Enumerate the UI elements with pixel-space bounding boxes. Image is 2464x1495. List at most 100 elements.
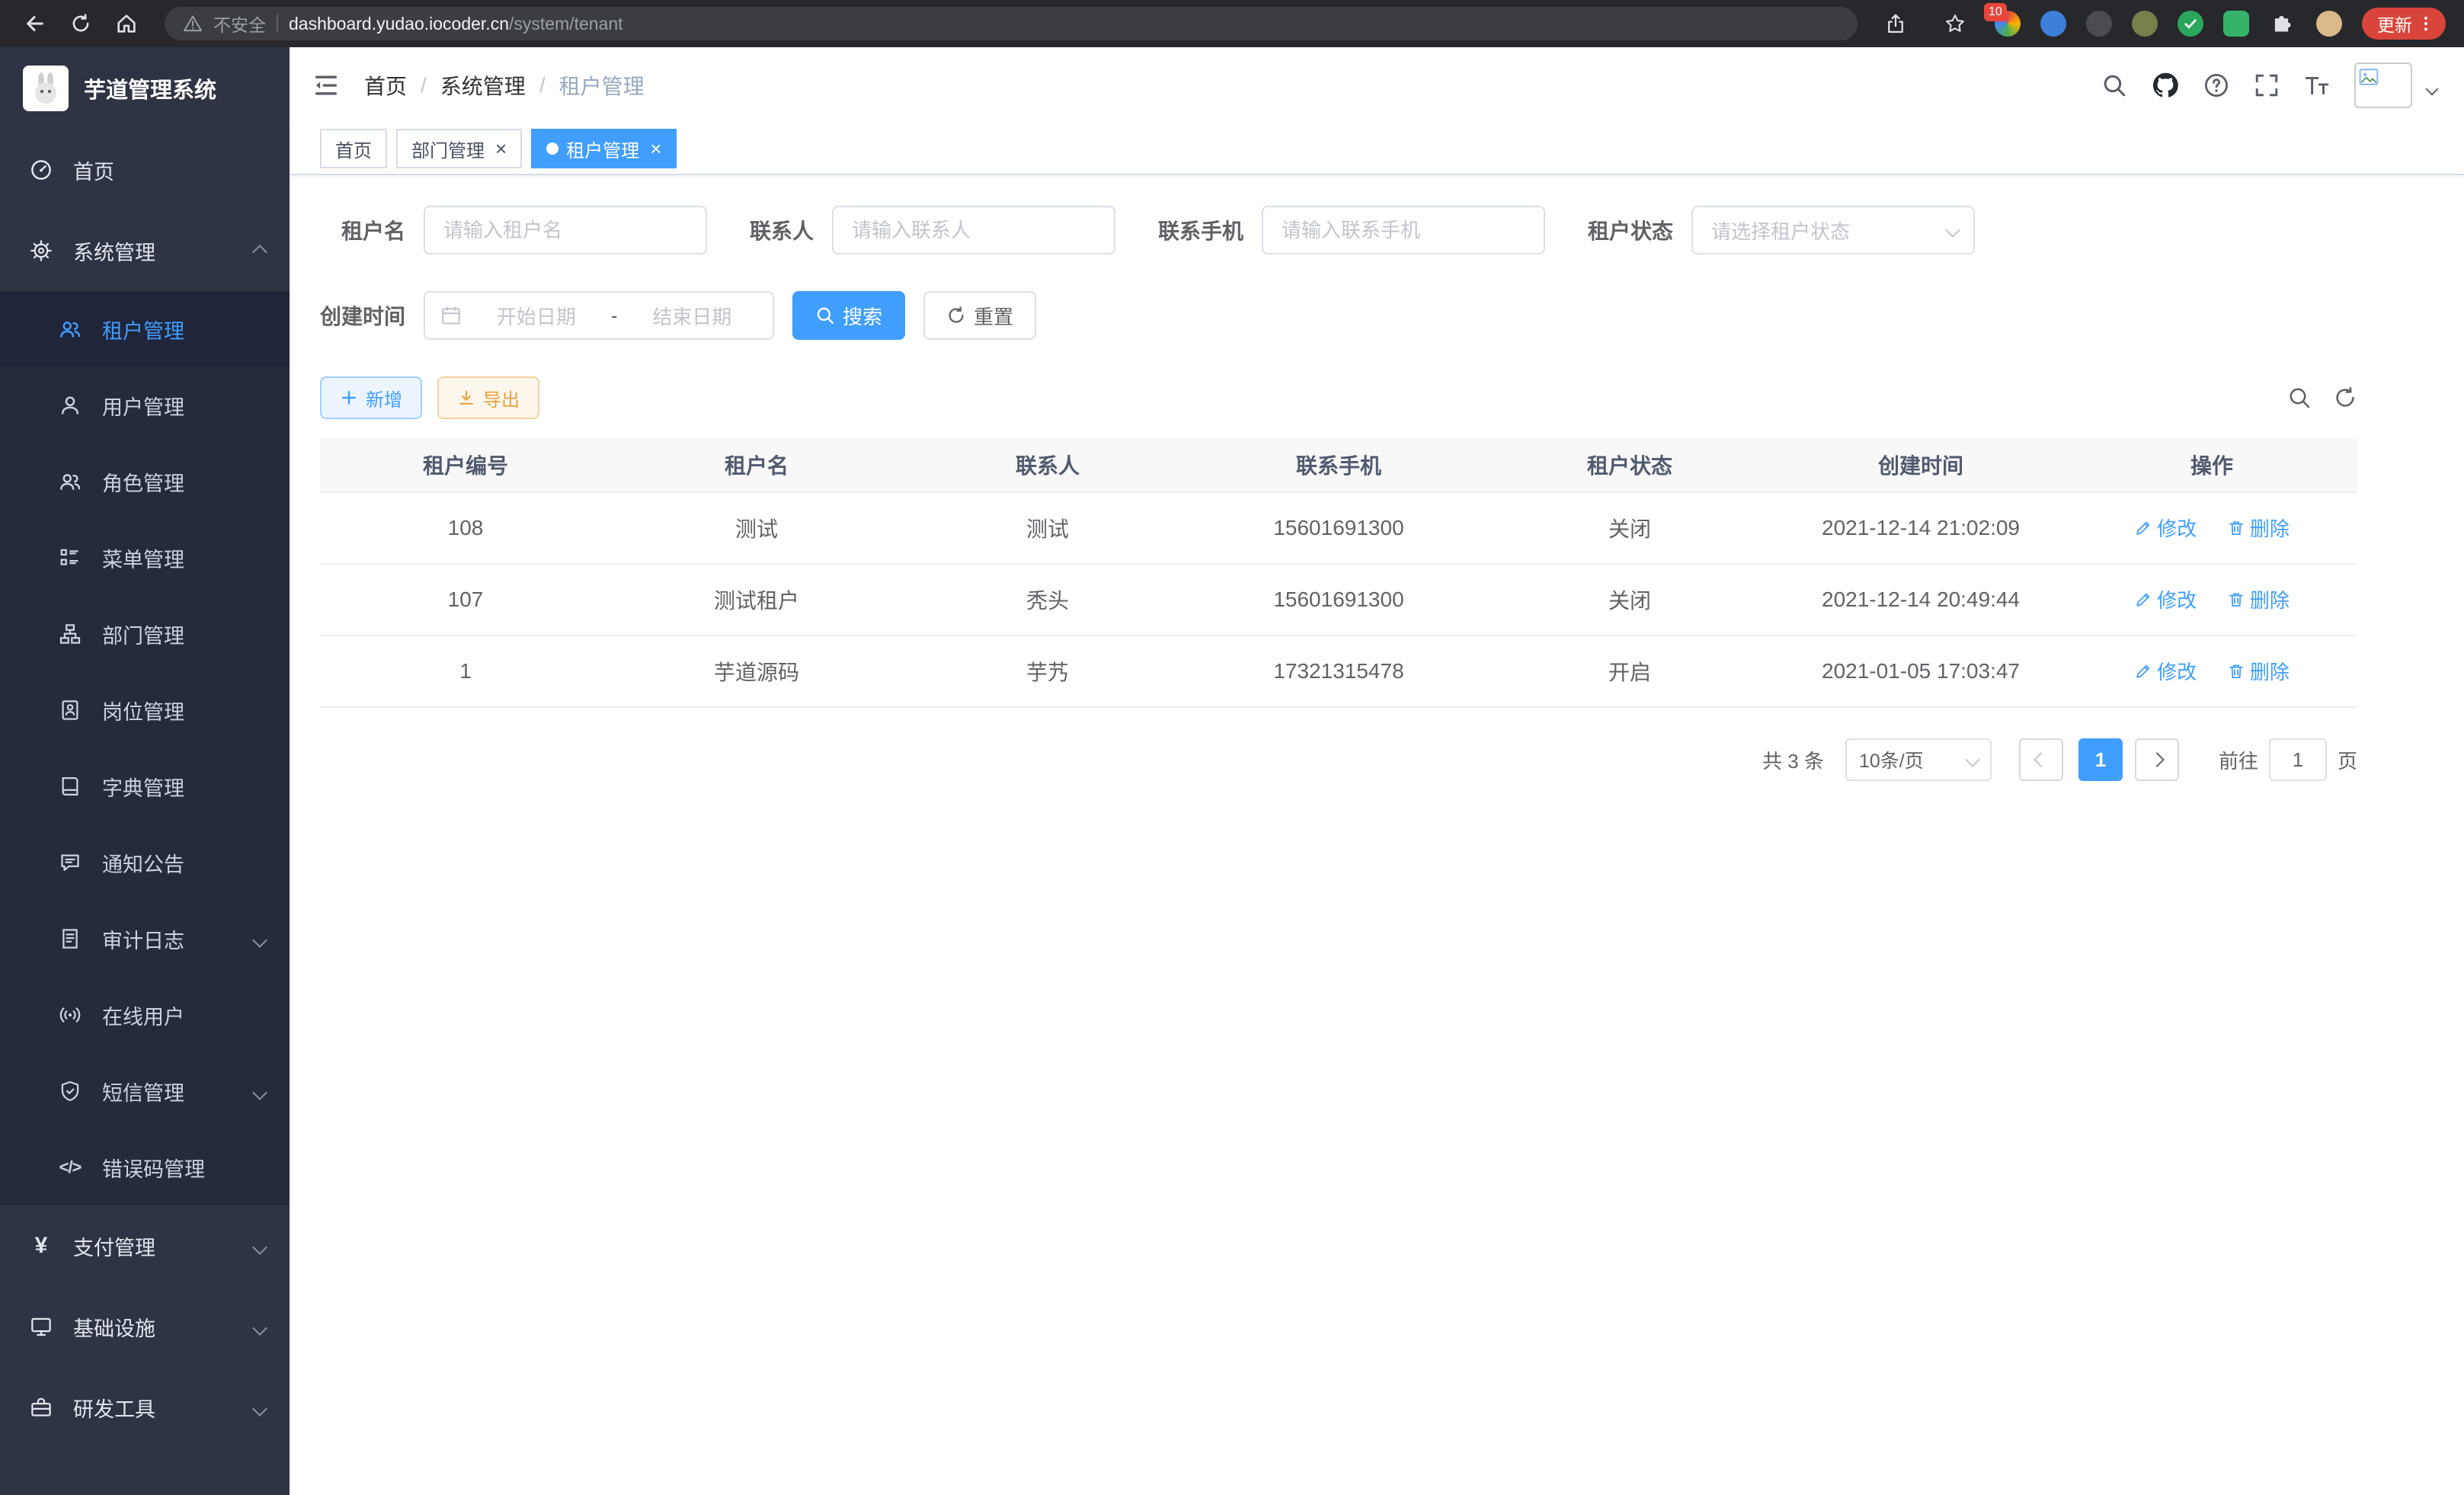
sidebar-item-online-users[interactable]: 在线用户 xyxy=(0,977,290,1053)
refresh-table-icon[interactable] xyxy=(2333,386,2357,410)
sidebar-item-label: 审计日志 xyxy=(102,924,184,954)
sidebar-item-dict[interactable]: 字典管理 xyxy=(0,748,290,824)
tab-home[interactable]: 首页 xyxy=(320,129,387,168)
cell-phone: 15601691300 xyxy=(1193,564,1484,635)
not-secure-label: 不安全 xyxy=(213,11,266,37)
reset-button-label: 重置 xyxy=(974,302,1013,330)
tenant-name-input[interactable] xyxy=(424,206,707,255)
page-size-select[interactable]: 10条/页 xyxy=(1845,738,1992,781)
delete-link[interactable]: 删除 xyxy=(2227,514,2290,542)
sidebar-item-system[interactable]: 系统管理 xyxy=(0,210,290,291)
column-header: 租户状态 xyxy=(1484,437,1775,492)
sidebar-item-notice[interactable]: 通知公告 xyxy=(0,824,290,901)
sidebar-item-infra[interactable]: 基础设施 xyxy=(0,1286,290,1367)
sidebar-item-payment[interactable]: ¥ 支付管理 xyxy=(0,1205,290,1286)
cell-phone: 17321315478 xyxy=(1193,635,1484,707)
phone-input[interactable] xyxy=(1262,206,1545,255)
avatar-dropdown-caret[interactable] xyxy=(2427,72,2437,100)
edit-link[interactable]: 修改 xyxy=(2134,585,2197,613)
current-page-button[interactable]: 1 xyxy=(2078,738,2123,781)
prev-page-button[interactable] xyxy=(2019,738,2063,781)
sidebar-item-role[interactable]: 角色管理 xyxy=(0,443,290,520)
search-icon xyxy=(815,306,835,325)
navbar-actions xyxy=(2101,62,2437,108)
sidebar-item-sms[interactable]: 短信管理 xyxy=(0,1053,290,1129)
sidebar-item-error-code[interactable]: </> 错误码管理 xyxy=(0,1129,290,1205)
close-icon[interactable]: × xyxy=(495,139,507,158)
back-icon[interactable] xyxy=(15,4,55,43)
document-icon xyxy=(58,927,82,951)
edit-link[interactable]: 修改 xyxy=(2134,514,2197,542)
address-bar[interactable]: 不安全 dashboard.yudao.iocoder.cn/system/te… xyxy=(165,7,1858,40)
breadcrumb-system[interactable]: 系统管理 xyxy=(440,70,526,101)
github-icon[interactable] xyxy=(2152,72,2179,99)
status-select-placeholder: 请选择租户状态 xyxy=(1711,216,1850,245)
sidebar-item-devtools[interactable]: 研发工具 xyxy=(0,1367,290,1448)
sidebar-item-tenant[interactable]: 租户管理 xyxy=(0,291,290,367)
breadcrumb-home[interactable]: 首页 xyxy=(364,70,407,101)
extension-dark-icon[interactable] xyxy=(2086,11,2112,37)
home-icon[interactable] xyxy=(107,4,146,43)
cell-status: 开启 xyxy=(1484,635,1775,707)
extensions-puzzle-icon[interactable] xyxy=(2269,10,2296,37)
sidebar-item-label: 支付管理 xyxy=(73,1231,155,1261)
share-icon[interactable] xyxy=(1876,4,1915,43)
font-size-icon[interactable] xyxy=(2304,72,2330,98)
add-button[interactable]: 新增 xyxy=(320,376,422,419)
extension-check-icon[interactable] xyxy=(2178,11,2203,37)
date-start-placeholder[interactable]: 开始日期 xyxy=(471,302,602,330)
sidebar-item-dept[interactable]: 部门管理 xyxy=(0,596,290,672)
search-icon[interactable] xyxy=(2101,72,2127,98)
goto-page-input[interactable] xyxy=(2269,738,2327,781)
toggle-search-icon[interactable] xyxy=(2287,386,2312,410)
extension-badge: 10 xyxy=(1984,3,2007,21)
delete-link[interactable]: 删除 xyxy=(2227,657,2290,685)
delete-link[interactable]: 删除 xyxy=(2227,585,2290,613)
extension-blue-icon[interactable] xyxy=(2040,11,2066,37)
fullscreen-icon[interactable] xyxy=(2254,72,2280,98)
book-icon xyxy=(58,774,82,799)
reset-button[interactable]: 重置 xyxy=(923,291,1036,340)
active-tab-dot xyxy=(546,142,558,155)
edit-link[interactable]: 修改 xyxy=(2134,657,2197,685)
export-button[interactable]: 导出 xyxy=(437,376,539,419)
sidebar-item-post[interactable]: 岗位管理 xyxy=(0,672,290,748)
sidebar-item-home[interactable]: 首页 xyxy=(0,130,290,210)
sidebar-item-label: 部门管理 xyxy=(102,619,184,649)
search-button[interactable]: 搜索 xyxy=(792,291,905,340)
sidebar-item-menu[interactable]: 菜单管理 xyxy=(0,520,290,596)
sidebar-item-user[interactable]: 用户管理 xyxy=(0,367,290,443)
extension-green-icon[interactable] xyxy=(2223,11,2249,37)
tab-tenant[interactable]: 租户管理 × xyxy=(531,129,677,168)
extension-adblock-icon[interactable]: 10 xyxy=(1995,11,2021,37)
reload-icon[interactable] xyxy=(61,4,101,43)
sidebar-item-label: 角色管理 xyxy=(102,467,184,497)
tab-dept[interactable]: 部门管理 × xyxy=(396,129,522,168)
profile-avatar[interactable] xyxy=(2316,11,2342,37)
table-row: 107 测试租户 秃头 15601691300 关闭 2021-12-14 20… xyxy=(320,564,2357,635)
contact-input[interactable] xyxy=(832,206,1115,255)
chrome-update-label: 更新 xyxy=(2377,11,2412,37)
sidebar-collapse-icon[interactable] xyxy=(312,72,340,99)
sidebar: 芋道管理系统 首页 系统管理 租户管 xyxy=(0,47,290,1495)
column-header: 操作 xyxy=(2066,437,2357,492)
date-range-picker[interactable]: 开始日期 - 结束日期 xyxy=(424,291,774,340)
kebab-menu-icon xyxy=(2417,14,2435,33)
browser-window: 不安全 dashboard.yudao.iocoder.cn/system/te… xyxy=(0,0,2464,1495)
id-badge-icon xyxy=(58,698,82,722)
cell-created: 2021-12-14 20:49:44 xyxy=(1775,564,2066,635)
pencil-icon xyxy=(2134,591,2152,609)
status-select[interactable]: 请选择租户状态 xyxy=(1691,206,1975,255)
next-page-button[interactable] xyxy=(2135,738,2179,781)
column-header: 创建时间 xyxy=(1775,437,2066,492)
chrome-update-button[interactable]: 更新 xyxy=(2362,8,2446,40)
date-end-placeholder[interactable]: 结束日期 xyxy=(626,302,757,330)
bookmark-star-icon[interactable] xyxy=(1935,4,1975,43)
close-icon[interactable]: × xyxy=(650,139,661,158)
help-icon[interactable] xyxy=(2203,72,2229,98)
user-avatar[interactable] xyxy=(2354,62,2412,108)
gear-icon xyxy=(29,238,53,263)
sidebar-item-audit-log[interactable]: 审计日志 xyxy=(0,901,290,977)
filter-contact: 联系人 xyxy=(750,206,1115,255)
extension-olive-icon[interactable] xyxy=(2132,11,2158,37)
